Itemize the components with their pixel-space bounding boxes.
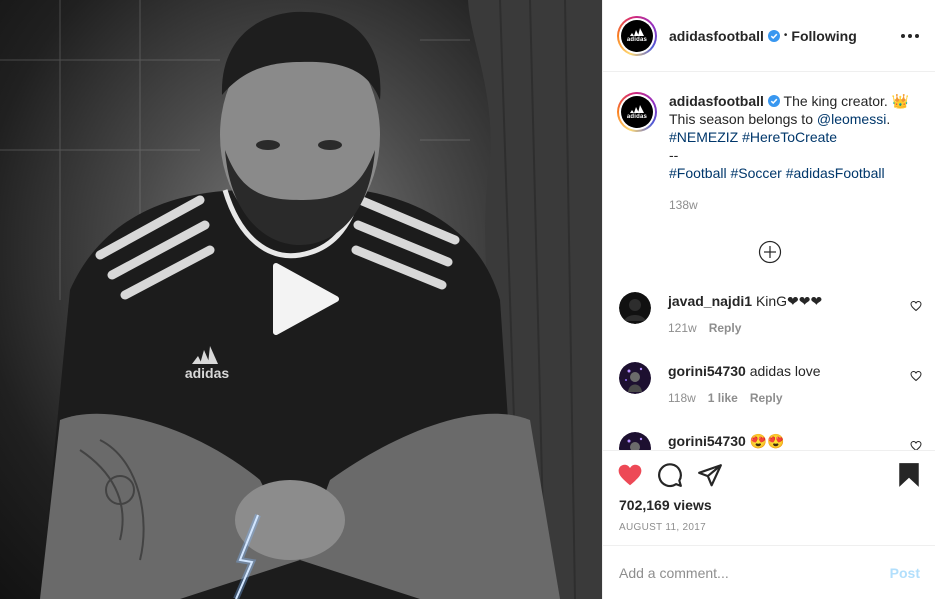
author-avatar[interactable]: adidas — [617, 15, 657, 56]
hashtag-link[interactable]: #HereToCreate — [742, 129, 837, 145]
author-username[interactable]: adidasfootball — [669, 28, 764, 44]
caption-body: adidasfootball The king creator. 👑 This … — [669, 92, 920, 214]
caption-author-avatar[interactable]: adidas — [617, 92, 657, 132]
mention-link[interactable]: @leomessi — [817, 111, 886, 127]
following-button[interactable]: Following — [791, 28, 856, 44]
avatar-logo-text: adidas — [626, 37, 648, 43]
post-caption: adidas adidasfootball The king creator. … — [603, 72, 935, 214]
caption-text: . — [886, 111, 891, 127]
separator-dot: • — [783, 30, 788, 41]
post-header: adidas adidasfootball • Following — [603, 0, 935, 72]
reply-button[interactable]: Reply — [750, 391, 783, 405]
comment-timestamp[interactable]: 121w — [668, 321, 697, 335]
comment-username[interactable]: gorini54730 — [668, 433, 746, 449]
load-more-comments-icon[interactable] — [758, 240, 782, 264]
comment-text: adidas love — [749, 363, 821, 379]
comment-like-count[interactable]: 1 like — [708, 391, 738, 405]
adidas-logo-icon: adidas — [621, 19, 653, 52]
post-date[interactable]: AUGUST 11, 2017 — [619, 522, 922, 533]
commenter-avatar[interactable] — [619, 432, 651, 450]
like-heart-icon[interactable] — [617, 462, 643, 488]
play-icon[interactable] — [266, 262, 340, 336]
post-button[interactable]: Post — [890, 565, 920, 581]
reply-button[interactable]: Reply — [709, 321, 742, 335]
comment-username[interactable]: javad_najdi1 — [668, 293, 752, 309]
comment-username[interactable]: gorini54730 — [668, 363, 746, 379]
share-icon[interactable] — [697, 462, 723, 488]
caption-separator: -- — [669, 147, 679, 163]
comment-icon[interactable] — [657, 462, 683, 488]
hashtag-link[interactable]: #NEMEZIZ — [669, 129, 738, 145]
comment-item: gorini54730 adidas love 118w 1 like Reply — [617, 362, 922, 407]
jersey-brand-text: adidas — [185, 365, 230, 381]
commenter-avatar[interactable] — [619, 362, 651, 394]
post-details-panel: adidas adidasfootball • Following adidas — [602, 0, 935, 599]
comment-item: gorini54730 😍😍 — [617, 432, 922, 450]
like-comment-icon[interactable] — [910, 300, 922, 312]
comments-list[interactable]: adidas adidasfootball The king creator. … — [603, 72, 935, 450]
hashtag-link[interactable]: #adidasFootball — [786, 165, 885, 181]
caption-text: The king creator. 👑 — [783, 93, 910, 109]
caption-username[interactable]: adidasfootball — [669, 93, 764, 109]
comment-timestamp[interactable]: 118w — [668, 391, 696, 405]
bookmark-icon[interactable] — [896, 462, 922, 488]
verified-badge-icon — [767, 95, 780, 107]
commenter-avatar[interactable] — [619, 292, 651, 324]
like-comment-icon[interactable] — [910, 370, 922, 382]
comment-composer: Post — [603, 545, 935, 599]
hashtag-link[interactable]: #Soccer — [730, 165, 781, 181]
comment-text: KinG❤❤❤ — [755, 293, 823, 309]
view-count[interactable]: 702,169 views — [619, 497, 922, 513]
caption-timestamp[interactable]: 138w — [669, 196, 920, 214]
comment-item: javad_najdi1 KinG❤❤❤ 121w Reply — [617, 292, 922, 337]
verified-badge-icon — [767, 29, 780, 42]
caption-text: This season belongs to — [669, 111, 817, 127]
post-media[interactable]: adidas — [0, 0, 602, 599]
adidas-logo-icon: adidas — [621, 96, 653, 128]
comment-text: 😍😍 — [749, 433, 785, 449]
hashtag-link[interactable]: #Football — [669, 165, 727, 181]
post-actions: 702,169 views AUGUST 11, 2017 — [603, 450, 935, 545]
avatar-logo-text: adidas — [626, 113, 648, 120]
comment-input[interactable] — [619, 564, 890, 581]
more-options-icon[interactable] — [901, 33, 919, 38]
like-comment-icon[interactable] — [910, 440, 922, 450]
